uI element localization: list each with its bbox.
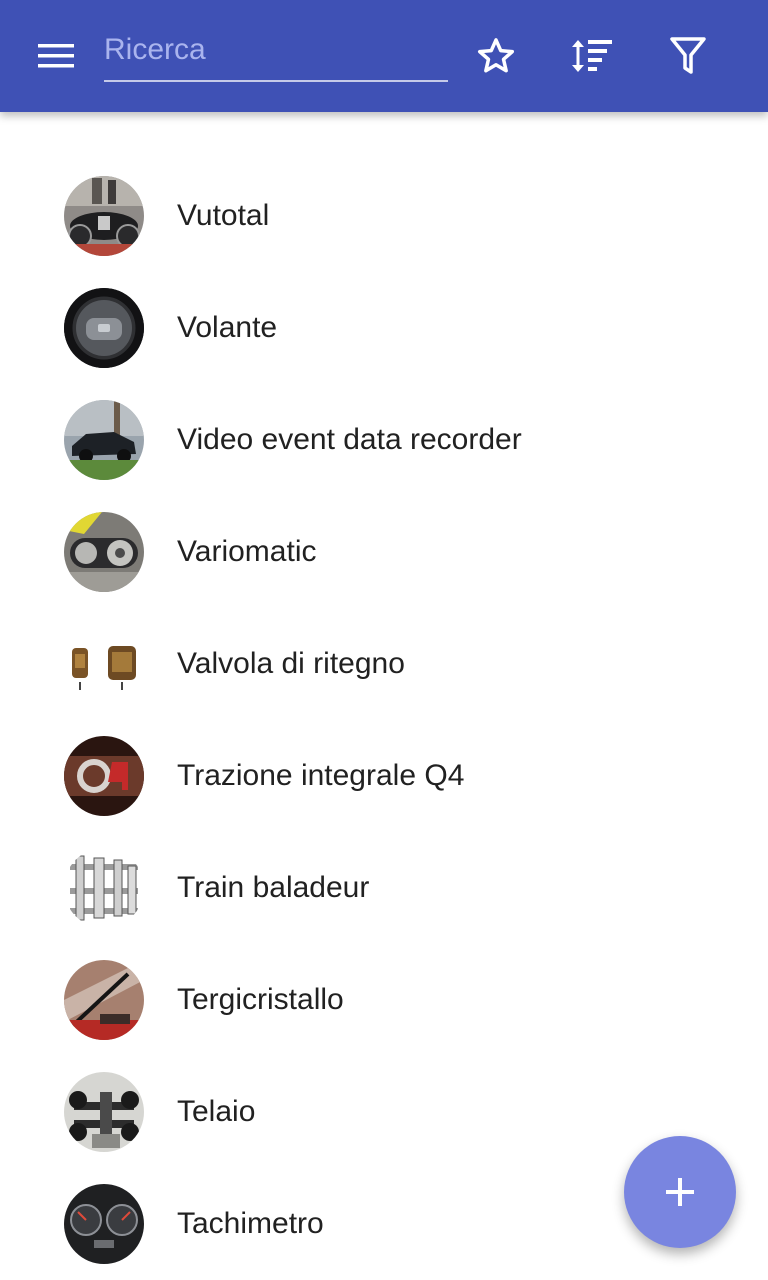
search-input[interactable] [104, 24, 448, 76]
list-item[interactable]: Train baladeur [0, 832, 768, 944]
list-item[interactable]: Volante [0, 272, 768, 384]
favorites-button[interactable] [464, 24, 528, 88]
item-label: Video event data recorder [177, 423, 522, 456]
search-field [104, 24, 448, 82]
sort-button[interactable] [560, 24, 624, 88]
list-item[interactable]: Variomatic [0, 496, 768, 608]
list-item[interactable]: Vutotal [0, 160, 768, 272]
cvt-transmission-thumbnail [64, 512, 144, 592]
item-label: Tachimetro [177, 1207, 324, 1240]
gearbox-drawing-thumbnail [64, 848, 144, 928]
list-item[interactable]: Video event data recorder [0, 384, 768, 496]
star-outline-icon [477, 38, 515, 73]
filter-button[interactable] [656, 24, 720, 88]
list-item[interactable]: Tergicristallo [0, 944, 768, 1056]
crashed-car-thumbnail [64, 400, 144, 480]
chassis-thumbnail [64, 1072, 144, 1152]
item-label: Trazione integrale Q4 [177, 759, 465, 792]
vintage-car-thumbnail [64, 176, 144, 256]
add-button[interactable] [624, 1136, 736, 1248]
item-label: Valvola di ritegno [177, 647, 405, 680]
item-label: Telaio [177, 1095, 256, 1128]
steering-wheel-thumbnail [64, 288, 144, 368]
item-label: Volante [177, 311, 278, 344]
top-app-bar [0, 0, 768, 112]
item-label: Train baladeur [177, 871, 370, 904]
filter-icon [670, 37, 706, 74]
hamburger-menu-icon [38, 44, 74, 68]
plus-icon [666, 1178, 694, 1206]
item-label: Tergicristallo [177, 983, 344, 1016]
list-item[interactable]: Trazione integrale Q4 [0, 720, 768, 832]
item-label: Variomatic [177, 535, 317, 568]
item-label: Vutotal [177, 199, 270, 232]
q4-badge-thumbnail [64, 736, 144, 816]
topics-list: Vutotal Volante Video event data recorde… [0, 160, 768, 1280]
app-screen: Vutotal Volante [0, 0, 768, 1280]
windshield-wiper-thumbnail [64, 960, 144, 1040]
menu-button[interactable] [24, 24, 88, 88]
sort-icon [572, 40, 612, 72]
speedometer-thumbnail [64, 1184, 144, 1264]
list-item[interactable]: Valvola di ritegno [0, 608, 768, 720]
check-valve-thumbnail [64, 624, 144, 704]
